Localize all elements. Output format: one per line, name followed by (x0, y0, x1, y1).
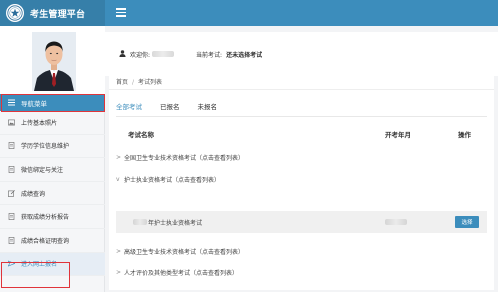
sidebar-item-education-info[interactable]: 学历学位信息维护 (0, 135, 105, 159)
sidebar-item-upload-photo[interactable]: 上传基本照片 (0, 111, 105, 135)
select-exam-button[interactable]: 选择 (455, 216, 479, 228)
breadcrumb-current: 考试列表 (138, 79, 163, 86)
year-redacted (133, 219, 147, 225)
chevron-down-icon: v (116, 175, 120, 183)
sidebar-item-wechat-binding[interactable]: 微信绑定与关注 (0, 158, 105, 182)
sidebar-item-certificate-query[interactable]: 成绩合格证明查询 (0, 229, 105, 253)
exam-category-name: 高级卫生专业技术资格考试（点击查看列表） (124, 248, 245, 256)
username-redacted (152, 51, 175, 57)
sidebar-item-label: 成绩合格证明查询 (21, 237, 70, 245)
exam-category-row[interactable]: v 护士执业资格考试（点击查看列表） (116, 173, 487, 185)
image-icon (8, 119, 15, 126)
col-header-action: 操作 (458, 131, 471, 139)
breadcrumb: 首页 / 考试列表 (116, 77, 162, 86)
welcome-label: 欢迎你: (130, 51, 151, 59)
sidebar-item-score-query[interactable]: 成绩查询 (0, 182, 105, 206)
divider (109, 89, 494, 90)
exam-category-row[interactable]: > 全国卫生专业技术资格考试（点击查看列表） (116, 151, 487, 163)
sidebar: 导航菜单 上传基本照片 学历学位信息维护 微信绑定与关注 成绩查询 获取成绩分析… (0, 26, 105, 292)
tab-all-exams[interactable]: 全部考试 (116, 101, 142, 117)
document-icon (8, 142, 15, 150)
tab-unregistered[interactable]: 未报名 (198, 101, 218, 117)
exam-list-panel: 首页 / 考试列表 全部考试 已报名 未报名 考试名称 开考年月 操作 > 全国卫生… (109, 73, 494, 290)
chevron-right-icon: > (116, 153, 122, 161)
tab-registered[interactable]: 已报名 (160, 101, 180, 117)
exam-category-row[interactable]: > 高级卫生专业技术资格考试（点击查看列表） (116, 245, 487, 257)
app-title: 考生管理平台 (30, 9, 86, 20)
col-header-name: 考试名称 (128, 131, 154, 139)
edit-icon (8, 189, 15, 197)
breadcrumb-separator: / (132, 79, 135, 86)
sidebar-item-score-report[interactable]: 获取成绩分析报告 (0, 205, 105, 229)
current-exam-label: 当前考试: (196, 51, 223, 59)
sidebar-item-label: 成绩查询 (21, 190, 46, 198)
brand: 考生管理平台 (0, 0, 105, 26)
tabs-divider (116, 116, 487, 117)
exam-date-redacted (385, 219, 407, 225)
logo-icon (6, 4, 24, 22)
chevron-right-icon: > (116, 247, 122, 255)
main-content: 欢迎你: 当前考试: 还未选择考试 首页 / 考试列表 全部考试 已报名 未报名 考… (105, 26, 498, 292)
exam-category-name: 护士执业资格考试（点击查看列表） (124, 176, 221, 184)
welcome-bar: 欢迎你: 当前考试: 还未选择考试 (105, 32, 498, 76)
avatar-section (0, 26, 105, 94)
highlight-nav-header (1, 94, 105, 112)
user-icon (119, 49, 126, 59)
exam-category-name: 人才评价及其他类型考试（点击查看列表） (124, 269, 239, 277)
document-icon (8, 213, 15, 221)
top-bar: 考生管理平台 (0, 0, 498, 26)
exam-category-row[interactable]: > 人才评价及其他类型考试（点击查看列表） (116, 266, 487, 278)
sidebar-item-label: 获取成绩分析报告 (21, 214, 70, 222)
document-icon (8, 236, 15, 244)
breadcrumb-home[interactable]: 首页 (116, 79, 128, 86)
current-exam-value: 还未选择考试 (226, 51, 263, 59)
col-header-date: 开考年月 (385, 131, 411, 139)
document-icon (8, 166, 15, 173)
sidebar-item-label: 微信绑定与关注 (21, 166, 64, 174)
sidebar-menu: 上传基本照片 学历学位信息维护 微信绑定与关注 成绩查询 获取成绩分析报告 成绩… (0, 111, 105, 277)
avatar (32, 32, 76, 91)
chevron-right-icon: > (116, 268, 122, 276)
sidebar-item-label: 上传基本照片 (21, 119, 58, 127)
exam-item-name: 年护士执业资格考试 (148, 219, 203, 227)
sidebar-item-label: 学历学位信息维护 (21, 143, 70, 151)
exam-tabs: 全部考试 已报名 未报名 (116, 101, 235, 117)
exam-category-name: 全国卫生专业技术资格考试（点击查看列表） (124, 154, 245, 162)
menu-toggle-icon[interactable] (116, 8, 126, 17)
highlight-online-registration (1, 262, 70, 288)
exam-item-row: 年护士执业资格考试 (116, 216, 487, 228)
